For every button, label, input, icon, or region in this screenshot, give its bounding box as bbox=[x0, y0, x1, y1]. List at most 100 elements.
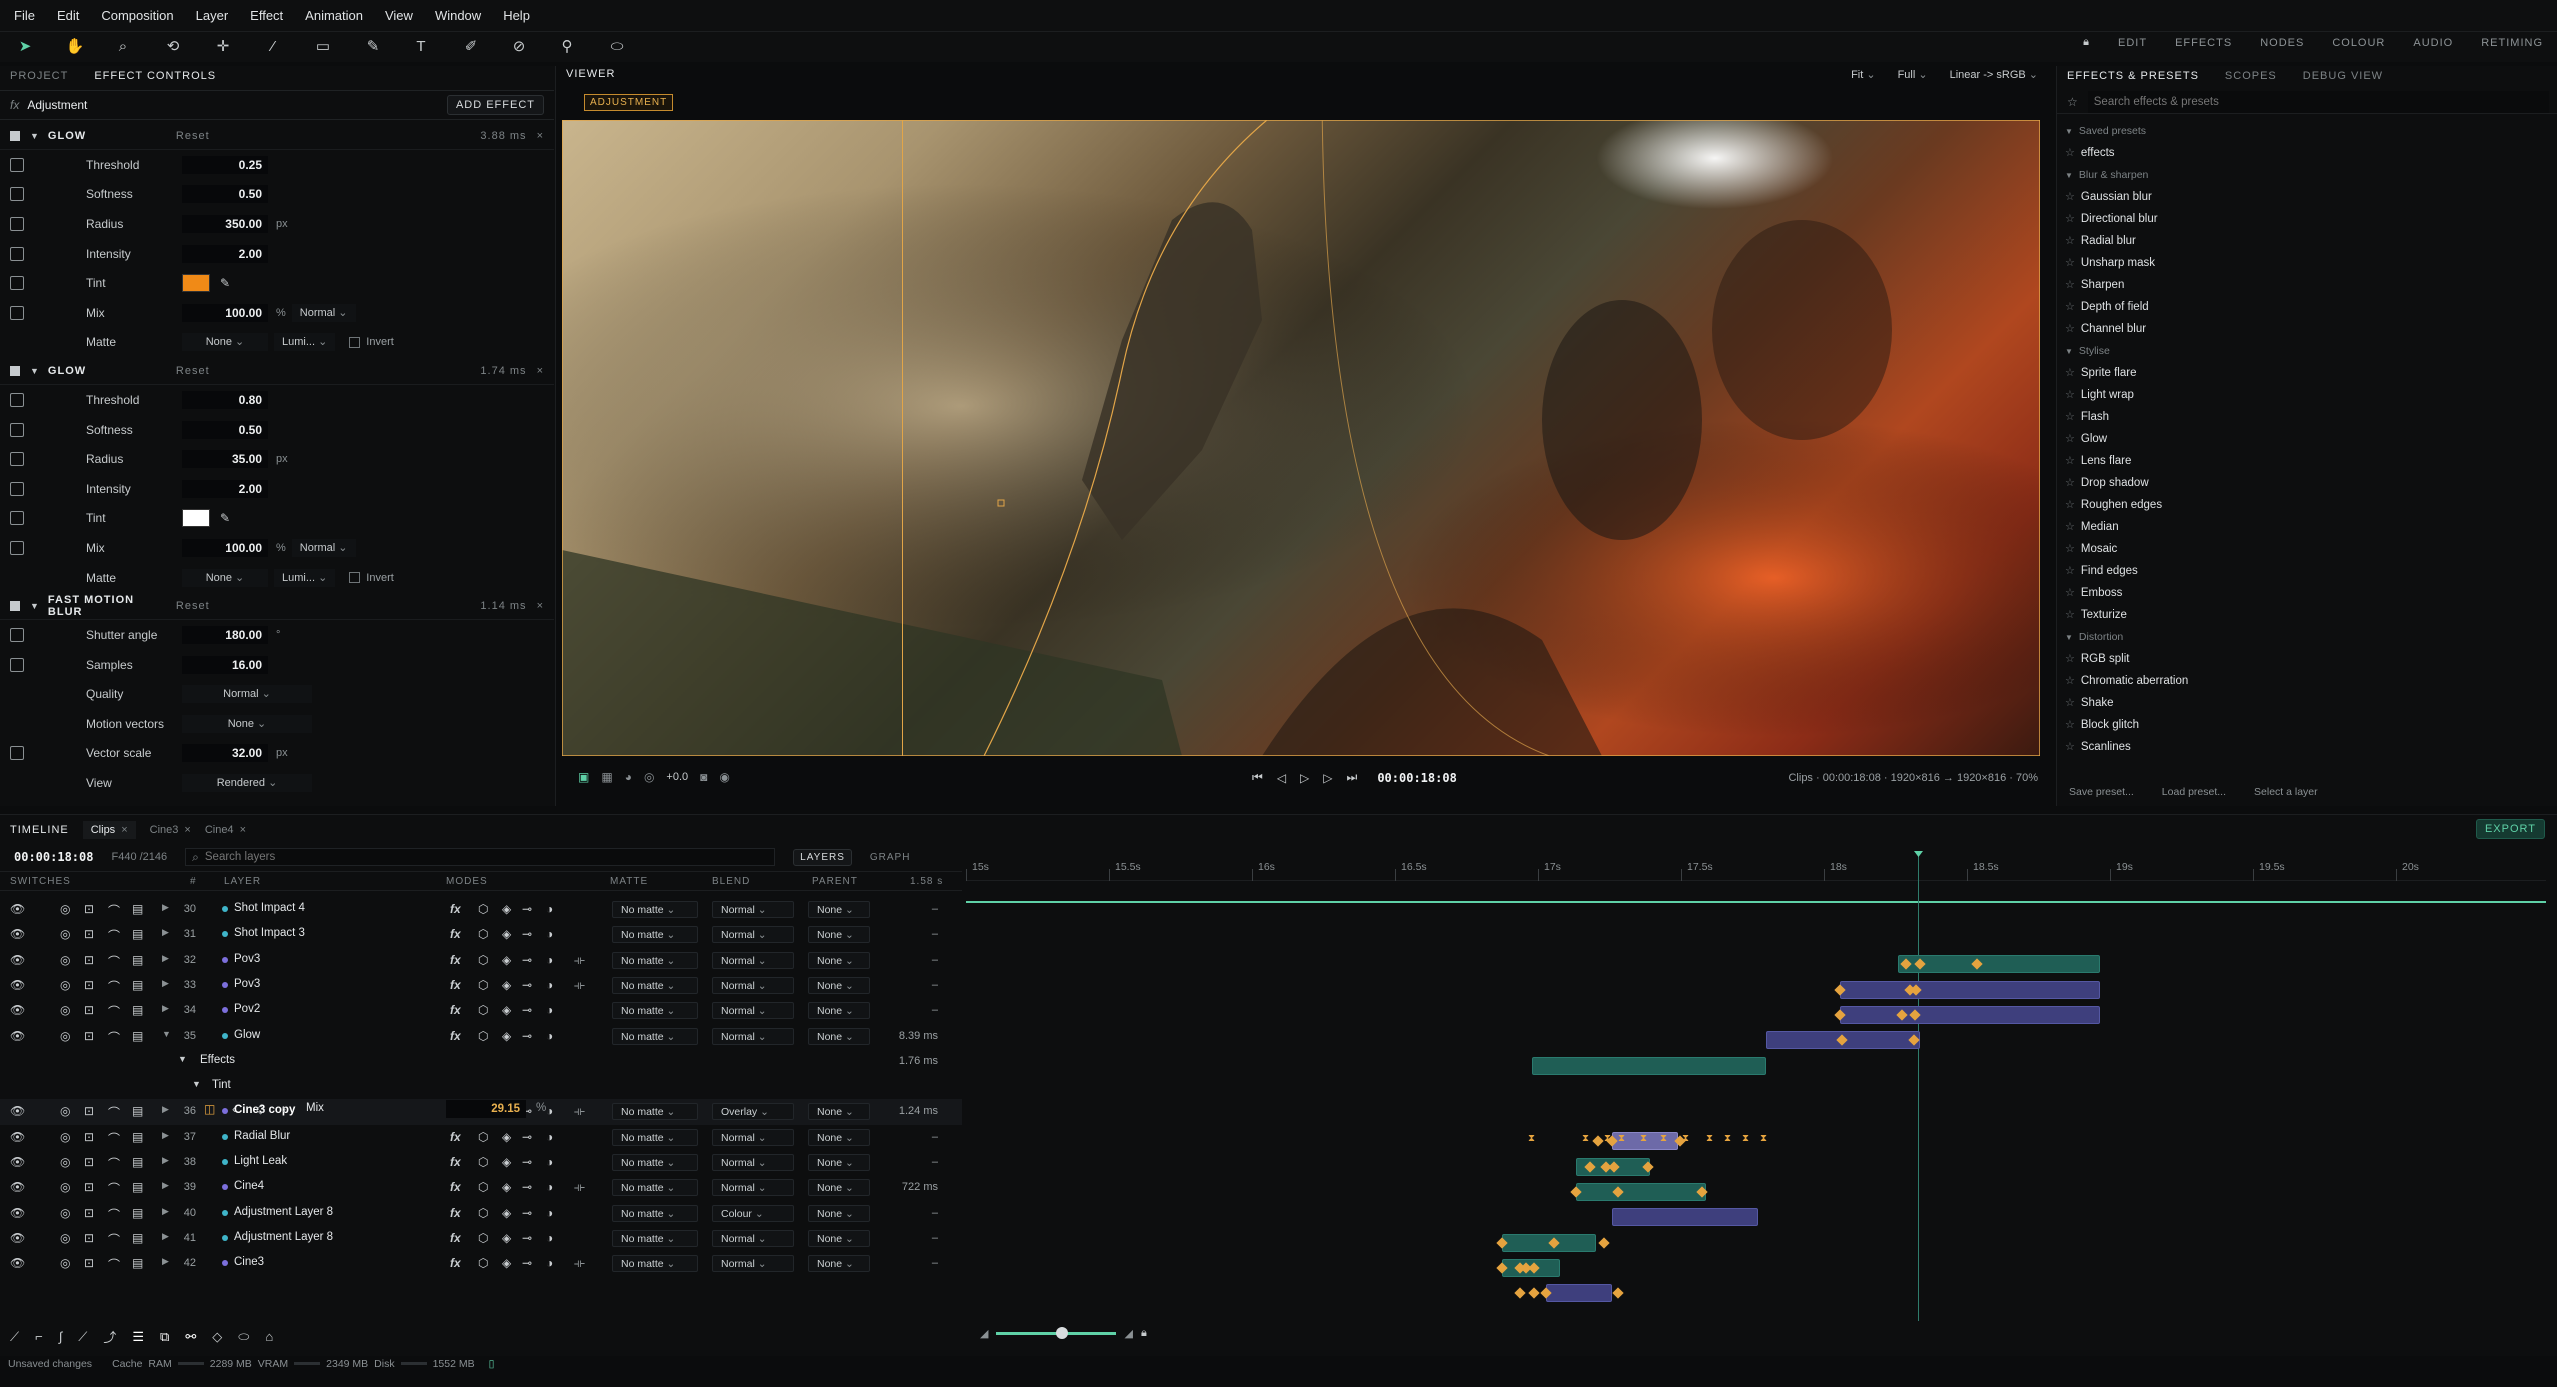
solo-icon[interactable]: ◎ bbox=[60, 1231, 70, 1245]
layer-color-dot[interactable] bbox=[222, 1133, 228, 1140]
blend-select[interactable]: Normal bbox=[712, 1128, 794, 1146]
rectangle-tool-icon[interactable]: ▭ bbox=[312, 36, 334, 58]
go-to-start-icon[interactable]: ⏮ bbox=[1252, 770, 1263, 785]
param-value[interactable]: 100.00 bbox=[182, 538, 268, 557]
adjustment-icon[interactable]: ◈ bbox=[502, 1231, 511, 1245]
param-value[interactable]: 350.00 bbox=[182, 214, 268, 233]
lock-icon[interactable]: ⊡ bbox=[84, 1180, 94, 1194]
collapse-arrow-icon[interactable]: ▼ bbox=[30, 601, 40, 611]
effect-item[interactable]: ☆ Lens flare bbox=[2057, 450, 2557, 472]
matte-select[interactable]: No matte bbox=[612, 951, 698, 969]
mix-value[interactable]: 29.15 bbox=[446, 1099, 526, 1118]
adjustment-icon[interactable]: ◈ bbox=[502, 978, 511, 992]
zoom-slider[interactable] bbox=[996, 1327, 1117, 1339]
menu-file[interactable]: File bbox=[14, 8, 35, 23]
remove-effect-icon[interactable]: × bbox=[537, 365, 544, 377]
fx-icon[interactable]: fx bbox=[450, 1029, 461, 1043]
layer-color-dot[interactable] bbox=[222, 931, 228, 938]
effect-item[interactable]: ☆ Unsharp mask bbox=[2057, 252, 2557, 274]
effects-group-header[interactable]: ▼ Stylise bbox=[2057, 340, 2557, 362]
motion-blur-icon[interactable]: ⬡ bbox=[478, 1155, 488, 1169]
shy-icon[interactable]: ⌒ bbox=[108, 1180, 120, 1197]
adjustment-icon[interactable]: ◈ bbox=[502, 902, 511, 916]
table-row[interactable]: 👁︎◎⊡⌒▤▼35Glowfx⬡◈⊸◑No matteNormalNone8.3… bbox=[0, 1024, 962, 1049]
curve-linear-icon[interactable]: ⟋ bbox=[10, 1329, 19, 1345]
eye-icon[interactable]: 👁︎ bbox=[10, 1130, 25, 1144]
effect-reset-button[interactable]: Reset bbox=[176, 130, 210, 142]
effect-item[interactable]: ☆ Sprite flare bbox=[2057, 362, 2557, 384]
keyframe-icon[interactable] bbox=[1528, 1287, 1540, 1299]
solo-icon[interactable]: ◎ bbox=[60, 1256, 70, 1270]
invert-checkbox[interactable] bbox=[349, 572, 361, 584]
layers-view-button[interactable]: LAYERS bbox=[793, 848, 852, 866]
select-tool-icon[interactable]: ➤ bbox=[14, 36, 36, 58]
effects-group-header[interactable]: ▼ Blur & sharpen bbox=[2057, 164, 2557, 186]
adjustment-icon[interactable]: ◈ bbox=[502, 1029, 511, 1043]
layer-name[interactable]: Cine3 bbox=[234, 1256, 264, 1268]
effects-group-header[interactable]: ▼ Saved presets bbox=[2057, 120, 2557, 142]
expand-arrow-icon[interactable]: ▼ bbox=[192, 1079, 201, 1089]
shy-icon[interactable]: ⌒ bbox=[108, 1155, 120, 1172]
mix-keyframe-icon[interactable]: ⧗ bbox=[1760, 1133, 1767, 1144]
effect-item[interactable]: ☆ Directional blur bbox=[2057, 208, 2557, 230]
contrast-icon[interactable]: ◑ bbox=[546, 1029, 553, 1043]
expand-arrow-icon[interactable]: ▶ bbox=[162, 1130, 169, 1141]
contrast-icon[interactable]: ◑ bbox=[546, 1180, 553, 1194]
effect-item[interactable]: ☆ Gaussian blur bbox=[2057, 186, 2557, 208]
text-tool-icon[interactable]: T bbox=[410, 36, 432, 58]
matte-select[interactable]: None bbox=[182, 568, 268, 587]
lock-icon[interactable]: ⊡ bbox=[84, 1003, 94, 1017]
workspace-tab-nodes[interactable]: NODES bbox=[2260, 37, 2304, 49]
star-icon[interactable]: ☆ bbox=[2065, 521, 2075, 533]
layer-type-icon[interactable]: ▤ bbox=[132, 978, 143, 992]
mix-keyframe-icon[interactable]: ⧗ bbox=[1618, 1133, 1625, 1144]
stopwatch-icon[interactable]: ◫ bbox=[204, 1102, 215, 1116]
layer-type-icon[interactable]: ▤ bbox=[132, 1130, 143, 1144]
fx-icon[interactable]: fx bbox=[450, 1155, 461, 1169]
close-icon[interactable]: × bbox=[121, 824, 127, 836]
matte-select[interactable]: No matte bbox=[612, 926, 698, 944]
shy-icon[interactable]: ⌒ bbox=[108, 1206, 120, 1223]
solo-icon[interactable]: ◎ bbox=[60, 902, 70, 916]
invert-toggle[interactable]: Invert bbox=[349, 336, 394, 348]
effect-item[interactable]: ☆ Median bbox=[2057, 516, 2557, 538]
lock-icon[interactable]: ⊡ bbox=[84, 978, 94, 992]
param-select[interactable]: None bbox=[182, 714, 312, 733]
layer-color-dot[interactable] bbox=[222, 1032, 228, 1039]
loop-icon[interactable]: ⬭ bbox=[238, 1329, 249, 1345]
fx-icon[interactable]: fx bbox=[450, 1256, 461, 1270]
clone-tool-icon[interactable]: ⊘ bbox=[508, 36, 530, 58]
solo-icon[interactable]: ◎ bbox=[60, 1206, 70, 1220]
table-row[interactable]: 👁︎ ◎ ⊡ ⌒ ▤ ▶ 34 Pov2 fx ⬡ ◈ ⊸ ◑ No matte Normal None – bbox=[0, 998, 962, 1023]
mix-keyframe-icon[interactable]: ⧗ bbox=[1660, 1133, 1667, 1144]
param-value[interactable]: 16.00 bbox=[182, 655, 268, 674]
param-value[interactable]: 100.00 bbox=[182, 303, 268, 322]
tab-cine4[interactable]: Cine4 × bbox=[205, 824, 246, 836]
effect-item[interactable]: ☆ Channel blur bbox=[2057, 318, 2557, 340]
adjustment-icon[interactable]: ◈ bbox=[502, 1206, 511, 1220]
adjustment-icon[interactable]: ◈ bbox=[502, 1003, 511, 1017]
link-icon[interactable]: ⚯ bbox=[185, 1329, 196, 1345]
effect-item[interactable]: ☆ Scanlines bbox=[2057, 736, 2557, 758]
layer-name[interactable]: Glow bbox=[234, 1029, 260, 1041]
menu-effect[interactable]: Effect bbox=[250, 8, 283, 23]
blend-icon[interactable]: ⊸ bbox=[522, 1155, 532, 1169]
matte-select[interactable]: No matte bbox=[612, 1128, 698, 1146]
star-icon[interactable]: ☆ bbox=[2065, 675, 2075, 687]
expand-arrow-icon[interactable]: ▶ bbox=[162, 1155, 169, 1166]
table-row[interactable]: 👁︎ ◎ ⊡ ⌒ ▤ ▶ 38 Light Leak fx ⬡ ◈ ⊸ ◑ No matte Normal N… bbox=[0, 1150, 962, 1175]
blend-icon[interactable]: ⊸ bbox=[522, 1029, 532, 1043]
grid-icon[interactable]: ▦ bbox=[601, 770, 612, 784]
eye-icon[interactable]: 👁︎ bbox=[10, 1003, 25, 1017]
stopwatch-icon[interactable] bbox=[10, 571, 24, 585]
layer-name[interactable]: Light Leak bbox=[234, 1155, 287, 1167]
eye-icon[interactable]: 👁︎ bbox=[10, 1206, 25, 1220]
contrast-icon[interactable]: ◑ bbox=[546, 1256, 553, 1270]
shy-icon[interactable]: ⌒ bbox=[108, 1003, 120, 1020]
layer-search[interactable]: ⌕ bbox=[185, 848, 776, 866]
adjustment-icon[interactable]: ◈ bbox=[502, 927, 511, 941]
parent-select[interactable]: None bbox=[808, 1229, 870, 1247]
matte-select[interactable]: No matte bbox=[612, 1154, 698, 1171]
eye-icon[interactable]: 👁︎ bbox=[10, 1029, 25, 1043]
shy-icon[interactable]: ⌒ bbox=[108, 1130, 120, 1147]
